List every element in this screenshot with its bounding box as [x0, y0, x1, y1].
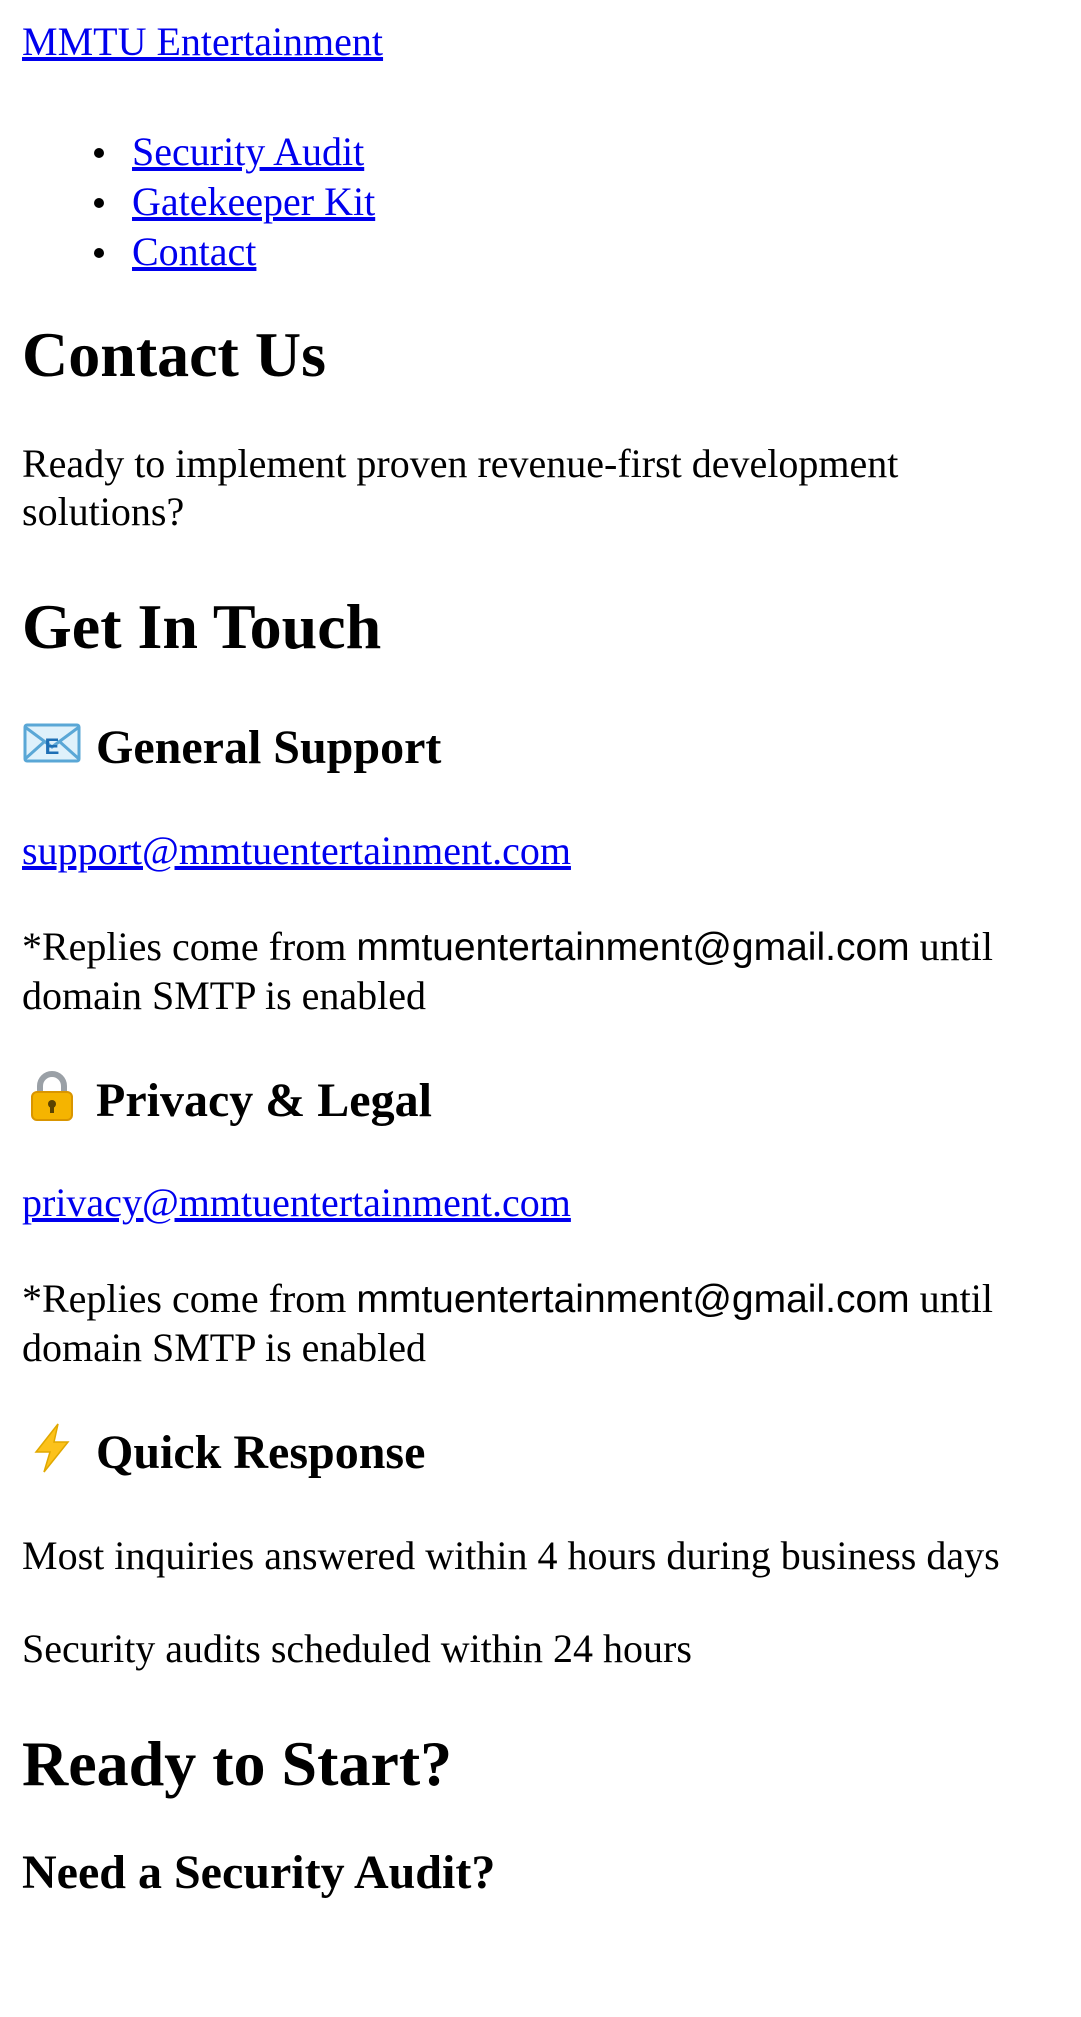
ready-heading: Ready to Start?	[22, 1727, 453, 1799]
nav-item-gatekeeper-kit: Gatekeeper Kit	[94, 178, 1059, 228]
support-note: *Replies come from mmtuentertainment@gma…	[22, 923, 1059, 1020]
privacy-email-link[interactable]: privacy@mmtuentertainment.com	[22, 1180, 571, 1225]
privacy-note: *Replies come from mmtuentertainment@gma…	[22, 1275, 1059, 1372]
quick-response-line1: Most inquiries answered within 4 hours d…	[22, 1532, 1000, 1578]
bullet-icon	[94, 198, 104, 208]
nav-link-gatekeeper-kit[interactable]: Gatekeeper Kit	[132, 179, 375, 224]
support-note-prefix: *Replies come from	[22, 923, 347, 969]
main-nav: Security Audit Gatekeeper Kit Contact	[22, 128, 1059, 278]
lock-icon	[22, 1070, 82, 1121]
get-in-touch-heading: Get In Touch	[22, 590, 382, 662]
privacy-note-email: mmtuentertainment@gmail.com	[356, 1278, 910, 1322]
svg-text:E: E	[45, 734, 60, 759]
privacy-note-prefix: *Replies come from	[22, 1276, 347, 1322]
audit-heading: Need a Security Audit?	[22, 1846, 496, 1900]
bullet-icon	[94, 248, 104, 258]
bullet-icon	[94, 148, 104, 158]
page: MMTU Entertainment Security Audit Gateke…	[0, 18, 1081, 1902]
support-email-link[interactable]: support@mmtuentertainment.com	[22, 828, 571, 873]
lightning-icon	[22, 1422, 82, 1473]
quick-response-heading: Quick Response	[22, 1422, 1059, 1482]
privacy-legal-heading: Privacy & Legal	[22, 1070, 1059, 1130]
nav-item-contact: Contact	[94, 228, 1059, 278]
brand-link[interactable]: MMTU Entertainment	[22, 18, 1059, 66]
header: MMTU Entertainment	[22, 18, 1059, 82]
support-note-email: mmtuentertainment@gmail.com	[356, 925, 910, 969]
nav-item-security-audit: Security Audit	[94, 128, 1059, 178]
nav-link-security-audit[interactable]: Security Audit	[132, 129, 364, 174]
email-icon: E	[22, 717, 82, 765]
quick-response-line2: Security audits scheduled within 24 hour…	[22, 1625, 692, 1671]
quick-response-label: Quick Response	[96, 1425, 426, 1479]
page-title: Contact Us	[22, 319, 326, 390]
intro-text: Ready to implement proven revenue-first …	[22, 440, 899, 534]
nav-link-contact[interactable]: Contact	[132, 229, 256, 274]
general-support-label: General Support	[96, 721, 442, 775]
privacy-legal-label: Privacy & Legal	[96, 1073, 432, 1127]
nav-list: Security Audit Gatekeeper Kit Contact	[22, 128, 1059, 278]
general-support-heading: E General Support	[22, 717, 1059, 777]
